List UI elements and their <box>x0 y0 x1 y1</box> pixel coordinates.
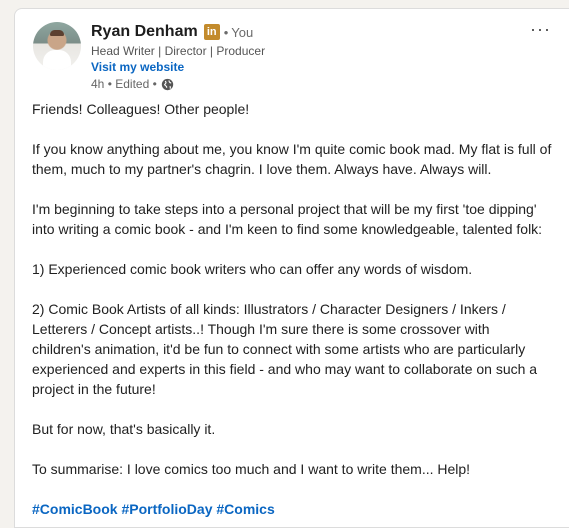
post-paragraph: 2) Comic Book Artists of all kinds: Illu… <box>32 301 538 397</box>
avatar[interactable] <box>33 22 81 70</box>
post-meta: 4h • Edited • <box>91 76 559 92</box>
author-headline: Head Writer | Director | Producer <box>91 44 266 58</box>
linkedin-premium-icon: in <box>203 24 220 40</box>
author-name[interactable]: Ryan Denham <box>91 23 198 41</box>
visit-website-link[interactable]: Visit my website <box>91 59 559 76</box>
hashtag-link[interactable]: #Comics <box>216 501 274 517</box>
avatar-shirt <box>43 50 71 70</box>
hashtag-link[interactable]: #PortfolioDay <box>121 501 212 517</box>
hashtag-link[interactable]: #ComicBook <box>32 501 118 517</box>
post-paragraph: To summarise: I love comics too much and… <box>32 461 471 477</box>
post-paragraph: Friends! Colleagues! Other people! <box>32 101 250 117</box>
post-card: Ryan Denham in • You Head Writer | Direc… <box>14 8 569 528</box>
name-row: Ryan Denham in • You <box>91 21 559 43</box>
globe-icon[interactable] <box>161 78 174 91</box>
post-time: 4h <box>91 77 105 91</box>
more-options-icon[interactable]: ··· <box>530 19 551 40</box>
post-paragraph: But for now, that's basically it. <box>32 421 216 437</box>
hashtag-list: #ComicBook #PortfolioDay #Comics <box>32 499 552 519</box>
post-paragraph: If you know anything about me, you know … <box>32 141 552 177</box>
post-paragraph: 1) Experienced comic book writers who ca… <box>32 261 473 277</box>
separator-dot: • <box>149 77 157 91</box>
post-paragraph: I'm beginning to take steps into a perso… <box>32 201 543 237</box>
separator-dot: • <box>223 24 229 40</box>
separator-dot: • <box>104 77 116 91</box>
post-header: Ryan Denham in • You Head Writer | Direc… <box>91 21 559 92</box>
post-body: Friends! Colleagues! Other people! If yo… <box>32 99 552 519</box>
relation-label: You <box>231 24 254 40</box>
edited-label: Edited <box>115 77 150 91</box>
avatar-hair <box>50 30 64 36</box>
